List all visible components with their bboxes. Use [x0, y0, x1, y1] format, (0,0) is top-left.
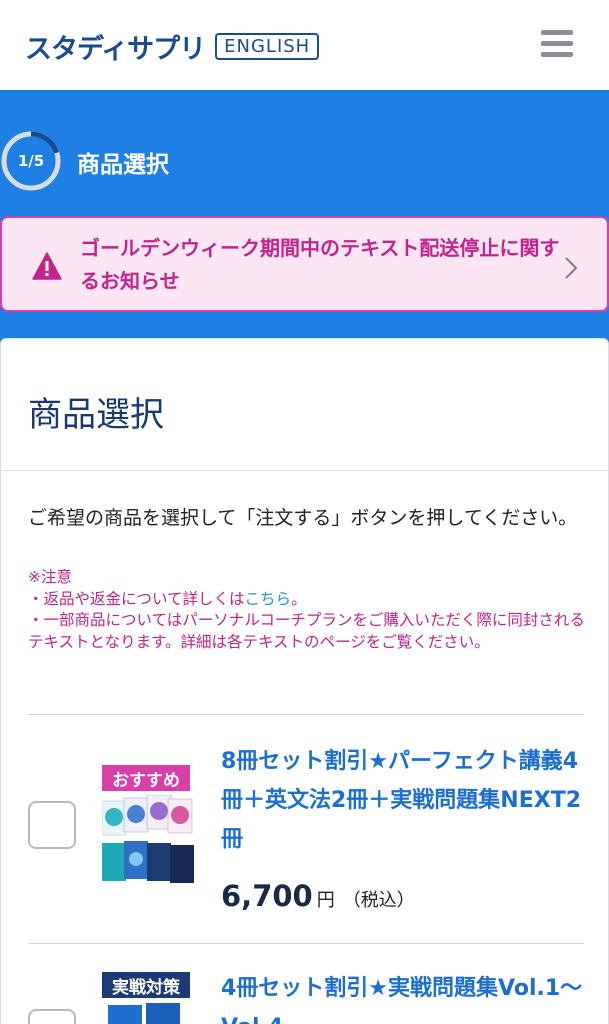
- hamburger-menu-icon[interactable]: [541, 30, 573, 58]
- product-2-thumbnail[interactable]: [102, 1001, 197, 1024]
- product-1-thumbnail[interactable]: [102, 795, 197, 887]
- product-selection-card: 商品選択 ご希望の商品を選択して「注文する」ボタンを押してください。 ※注意 ・…: [0, 338, 609, 1024]
- chevron-right-icon: [565, 257, 578, 279]
- price-tax-note: （税込）: [342, 890, 415, 911]
- divider: [28, 714, 584, 715]
- caution-line-2: ・一部商品についてはパーソナルコーチプランをご購入いただく際に同封されるテキスト…: [28, 611, 585, 651]
- logo[interactable]: スタディサプリ ENGLISH: [25, 27, 320, 66]
- logo-badge: ENGLISH: [215, 33, 320, 60]
- caution-line-1: ・返品や返金について詳しくはこちら。: [28, 589, 307, 608]
- price-value: 6,700: [221, 879, 313, 913]
- card-title: 商品選択: [28, 395, 164, 435]
- product-1-checkbox[interactable]: [28, 801, 76, 849]
- product-1-badge: おすすめ: [102, 765, 190, 791]
- product-2-checkbox[interactable]: [28, 1009, 76, 1024]
- notice-banner[interactable]: ゴールデンウィーク期間中のテキスト配送停止に関するお知らせ: [0, 216, 609, 312]
- logo-text: スタディサプリ: [25, 34, 206, 65]
- step-progress-label: 1/5: [17, 152, 45, 170]
- product-2-title[interactable]: 4冊セット割引★実戦問題集Vol.1～Vol.4: [221, 969, 586, 1024]
- product-1-price: 6,700 円 （税込）: [221, 879, 415, 913]
- product-2-badge: 実戦対策: [102, 972, 190, 998]
- notice-text: ゴールデンウィーク期間中のテキスト配送停止に関するお知らせ: [80, 236, 560, 293]
- intro-text: ご希望の商品を選択して「注文する」ボタンを押してください。: [28, 507, 578, 529]
- warning-icon: [32, 252, 62, 280]
- divider: [1, 470, 609, 471]
- refund-info-link[interactable]: こちら: [245, 590, 292, 608]
- caution-block: ※注意 ・返品や返金について詳しくはこちら。 ・一部商品についてはパーソナルコー…: [28, 567, 588, 653]
- price-unit: 円: [316, 890, 335, 911]
- divider: [28, 943, 584, 944]
- app-header: スタディサプリ ENGLISH: [0, 0, 609, 90]
- caution-heading: ※注意: [28, 568, 72, 586]
- step-title: 商品選択: [77, 152, 169, 178]
- product-1-title[interactable]: 8冊セット割引★パーフェクト講義4冊＋英文法2冊＋実戦問題集NEXT2冊: [221, 742, 586, 859]
